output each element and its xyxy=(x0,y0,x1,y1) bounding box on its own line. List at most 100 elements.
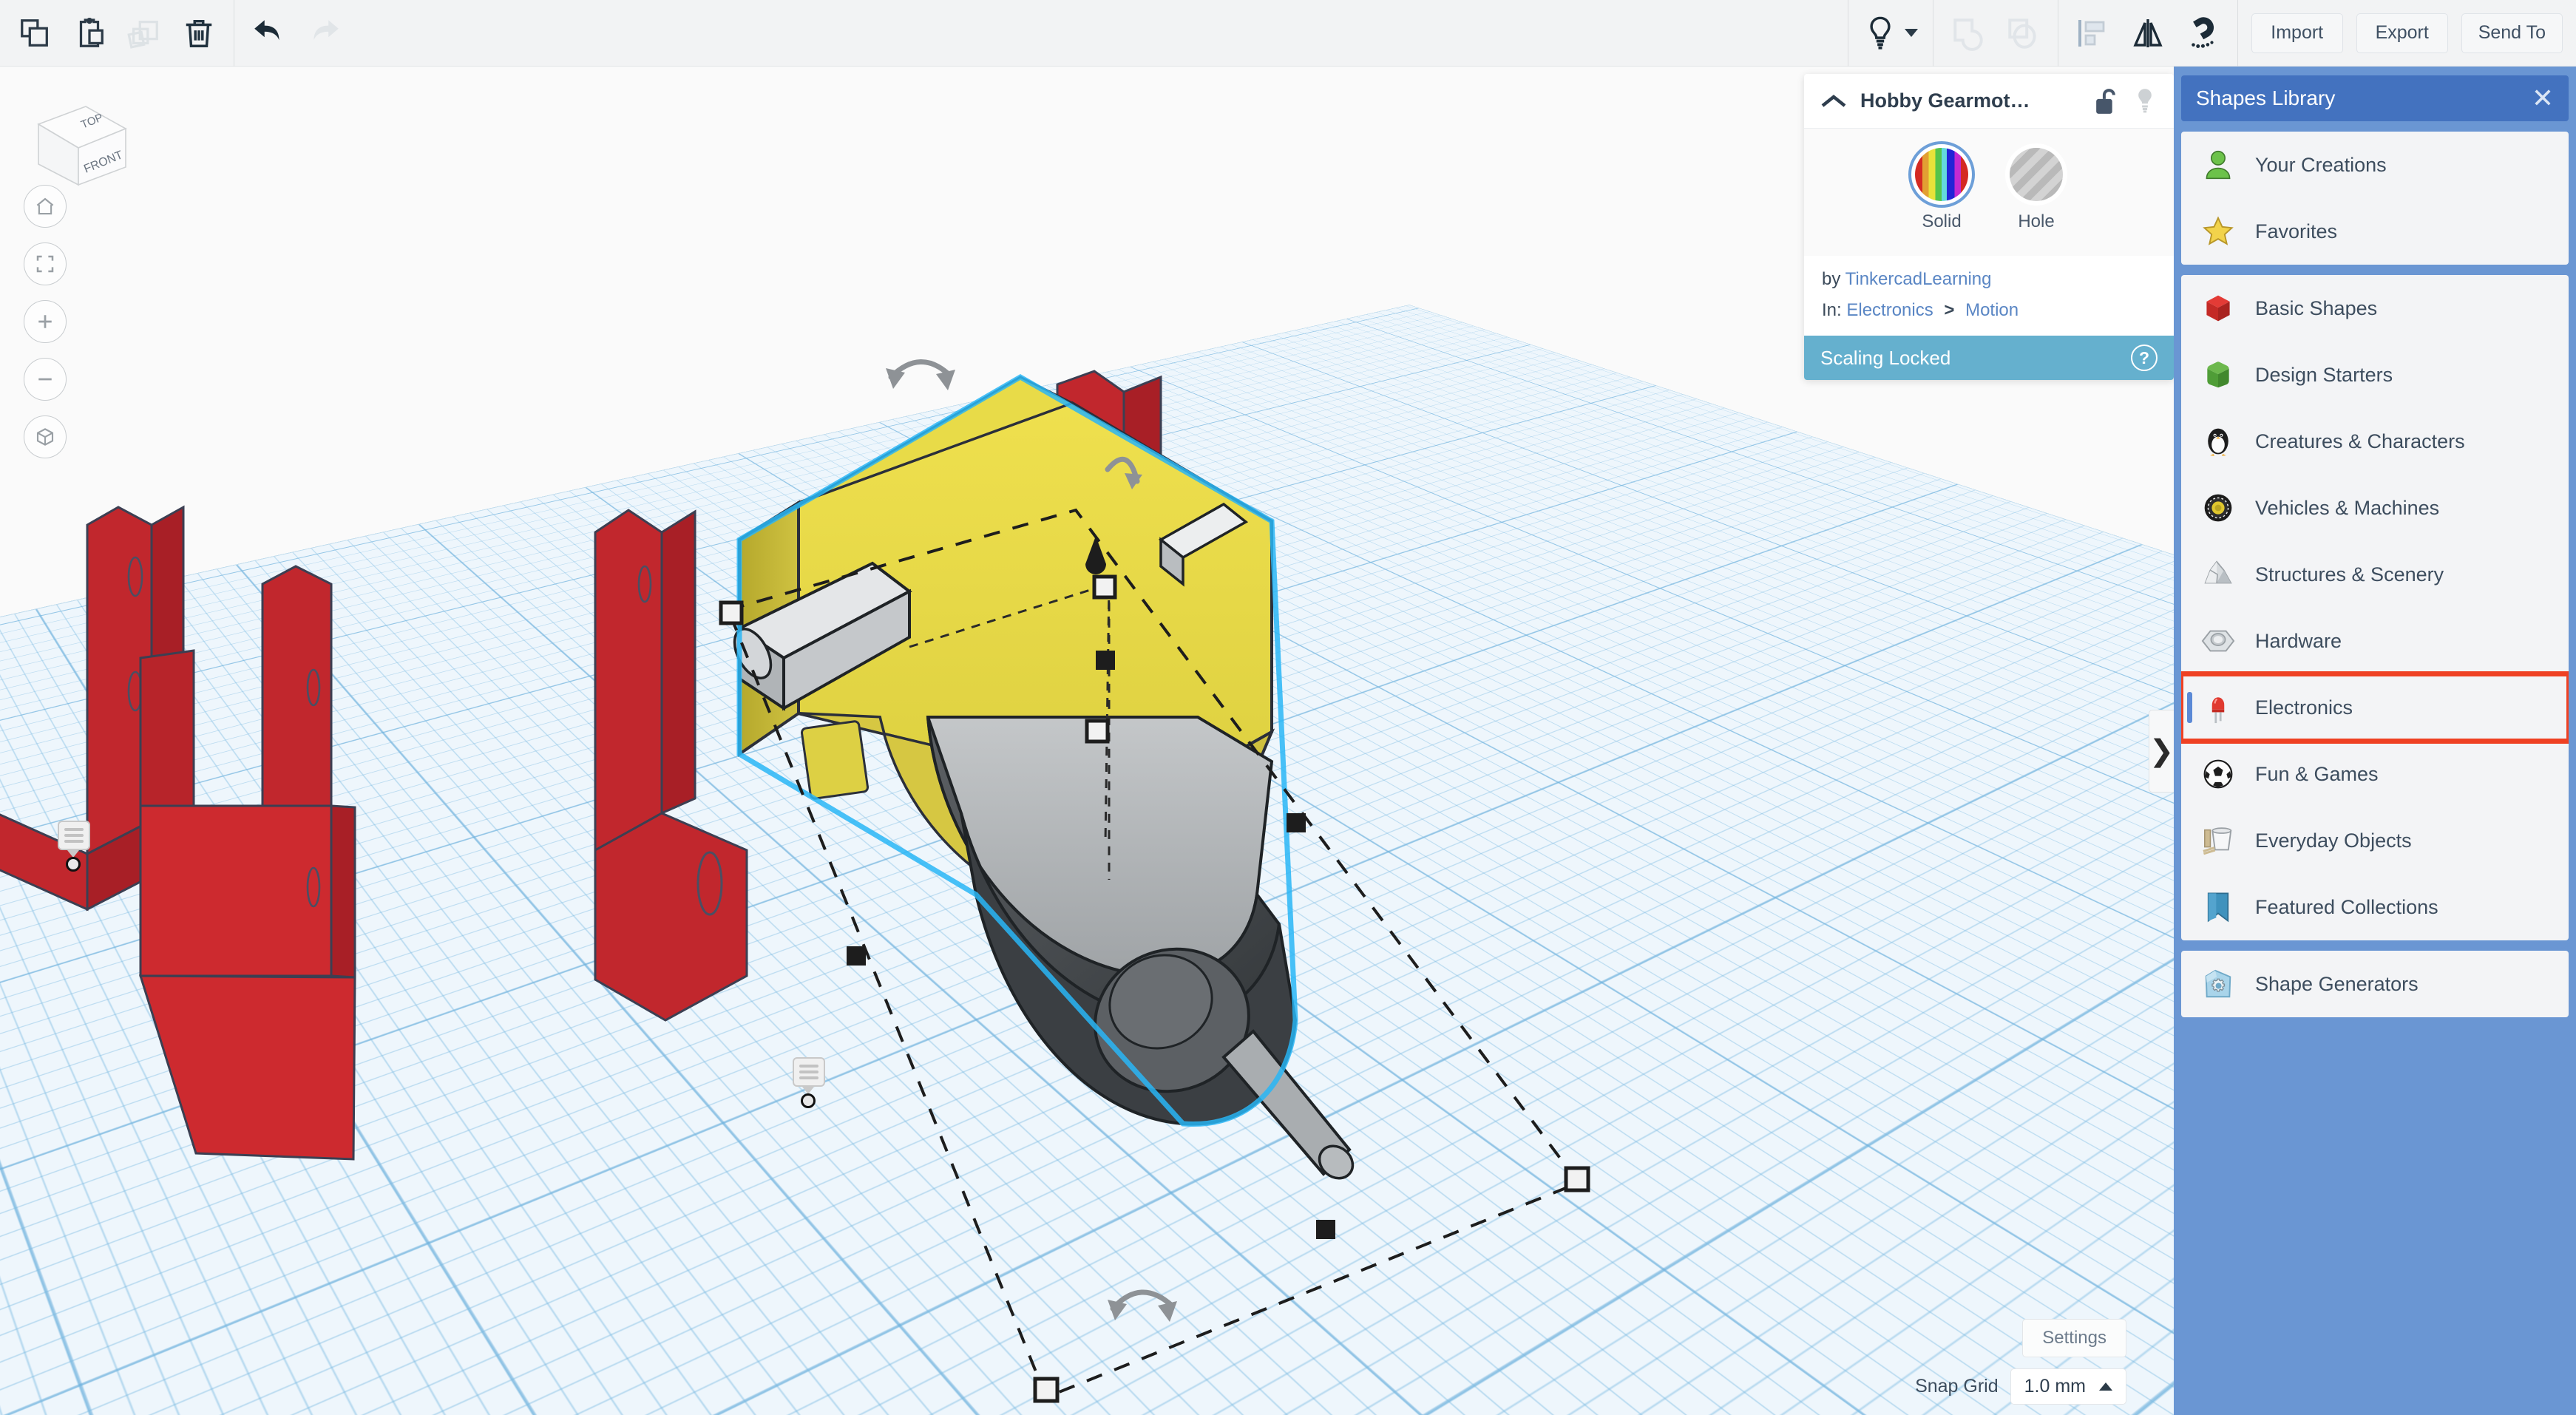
shapes-library-header: Shapes Library ✕ xyxy=(2181,75,2569,121)
scale-handle-top[interactable] xyxy=(1092,574,1117,600)
note-bubble-icon xyxy=(58,821,90,850)
red-plate-center[interactable] xyxy=(138,565,356,1161)
unlocked-padlock-icon[interactable] xyxy=(2094,86,2119,116)
fit-view-button[interactable] xyxy=(24,242,67,285)
lightbulb-icon xyxy=(1870,16,1891,50)
panel-collapse-handle[interactable]: ❯ xyxy=(2149,710,2174,793)
rock-icon xyxy=(2200,557,2236,592)
sidebar-item-label: Hardware xyxy=(2255,629,2342,652)
home-icon xyxy=(36,197,54,215)
sidebar-item-everyday-objects[interactable]: Everyday Objects xyxy=(2181,807,2569,874)
paste-button[interactable] xyxy=(62,9,117,58)
chevron-down-icon xyxy=(1904,29,1918,37)
sidebar-item-label: Electronics xyxy=(2255,696,2353,719)
duplicate-icon xyxy=(127,20,158,49)
sidebar-item-label: Vehicles & Machines xyxy=(2255,496,2440,519)
properties-header: Hobby Gearmot… xyxy=(1804,74,2174,129)
minus-icon xyxy=(38,378,52,381)
active-indicator-bar xyxy=(2187,692,2192,723)
group-tools xyxy=(1933,0,2058,67)
lighting-button[interactable] xyxy=(1848,14,1933,52)
close-icon[interactable]: ✕ xyxy=(2532,85,2554,112)
sidebar-item-creatures-characters[interactable]: Creatures & Characters xyxy=(2181,408,2569,475)
red-bracket-motor-left[interactable] xyxy=(594,509,748,1022)
sidebar-item-basic-shapes[interactable]: Basic Shapes xyxy=(2181,275,2569,342)
shape-metadata: by TinkercadLearning In: Electronics > M… xyxy=(1804,256,2174,336)
align-icon xyxy=(2078,19,2105,47)
sidebar-item-label: Structures & Scenery xyxy=(2255,563,2444,586)
group-button[interactable] xyxy=(1941,9,1996,58)
snap-button[interactable] xyxy=(2175,9,2230,58)
scale-handle-left[interactable] xyxy=(719,600,744,625)
send-to-button[interactable]: Send To xyxy=(2461,13,2563,53)
snap-grid-select[interactable]: 1.0 mm xyxy=(2010,1368,2126,1405)
redo-button[interactable] xyxy=(296,9,351,58)
sidebar-item-design-starters[interactable]: Design Starters xyxy=(2181,342,2569,408)
author-link[interactable]: TinkercadLearning xyxy=(1845,269,1992,289)
shapes-library-title: Shapes Library xyxy=(2196,86,2336,109)
visibility-lightbulb-icon[interactable] xyxy=(2132,86,2158,117)
align-button[interactable] xyxy=(2066,9,2121,58)
sidebar-item-hardware[interactable]: Hardware xyxy=(2181,608,2569,674)
scale-handle-mid[interactable] xyxy=(1096,651,1115,670)
export-button[interactable]: Export xyxy=(2356,13,2448,53)
scale-handle-corner-right[interactable] xyxy=(1564,1166,1590,1192)
mirror-button[interactable] xyxy=(2121,9,2175,58)
mirror-icon xyxy=(2133,18,2163,47)
sidebar-item-structures-scenery[interactable]: Structures & Scenery xyxy=(2181,541,2569,608)
material-selector: Solid Hole xyxy=(1804,129,2174,256)
sidebar-item-label: Favorites xyxy=(2255,220,2338,242)
ungroup-icon xyxy=(2008,18,2036,49)
note-marker-plate[interactable] xyxy=(793,1057,827,1108)
home-view-button[interactable] xyxy=(24,185,67,228)
solid-label: Solid xyxy=(1922,211,1962,231)
note-marker-bracket[interactable] xyxy=(58,821,92,872)
plus-icon xyxy=(38,315,52,328)
sidebar-item-fun-games[interactable]: Fun & Games xyxy=(2181,741,2569,807)
breadcrumb-category[interactable]: Electronics xyxy=(1846,300,1933,320)
red-cube-icon xyxy=(2200,291,2236,326)
ungroup-button[interactable] xyxy=(1996,9,2050,58)
undo-button[interactable] xyxy=(242,9,296,58)
scale-handle-right[interactable] xyxy=(1287,813,1306,832)
breadcrumb: In: Electronics > Motion xyxy=(1822,300,2156,321)
scale-handle-bottom-left[interactable] xyxy=(847,946,866,966)
sidebar-item-your-creations[interactable]: Your Creations xyxy=(2181,132,2569,198)
box-view-icon xyxy=(36,428,54,446)
zoom-in-button[interactable] xyxy=(24,300,67,343)
delete-button[interactable] xyxy=(172,9,226,58)
duplicate-button[interactable] xyxy=(117,9,172,58)
help-icon[interactable]: ? xyxy=(2131,345,2158,371)
sidebar-item-label: Creatures & Characters xyxy=(2255,430,2465,452)
sidebar-item-vehicles-machines[interactable]: Vehicles & Machines xyxy=(2181,475,2569,541)
solid-option[interactable]: Solid xyxy=(1908,141,1975,232)
hole-swatch[interactable] xyxy=(2010,148,2063,201)
sidebar-item-electronics[interactable]: Electronics xyxy=(2181,671,2569,744)
shapes-group-categories: Basic Shapes Design Starters Creatures &… xyxy=(2181,275,2569,940)
magnet-icon xyxy=(2191,16,2214,48)
zoom-out-button[interactable] xyxy=(24,358,67,401)
sidebar-item-featured-collections[interactable]: Featured Collections xyxy=(2181,874,2569,940)
copy-icon xyxy=(21,18,48,47)
hole-label: Hole xyxy=(2018,211,2055,231)
undo-arrow-icon xyxy=(254,19,279,40)
sidebar-item-favorites[interactable]: Favorites xyxy=(2181,198,2569,265)
shapes-library-panel: Shapes Library ✕ Your Creations Favorite… xyxy=(2174,67,2576,1415)
scale-handle-center[interactable] xyxy=(1085,719,1110,744)
settings-button[interactable]: Settings xyxy=(2022,1319,2126,1357)
copy-button[interactable] xyxy=(7,9,62,58)
hole-option[interactable]: Hole xyxy=(2010,148,2063,232)
solid-swatch[interactable] xyxy=(1908,141,1975,208)
wheel-icon xyxy=(2200,490,2236,526)
cup-icon xyxy=(2200,823,2236,858)
scale-handle-edge-bottom[interactable] xyxy=(1316,1220,1335,1239)
sidebar-item-label: Fun & Games xyxy=(2255,762,2379,785)
scale-handle-corner-bottom[interactable] xyxy=(1033,1377,1060,1403)
shape-properties-panel: Hobby Gearmot… Solid Hole by TinkercadLe… xyxy=(1804,74,2174,380)
ortho-toggle-button[interactable] xyxy=(24,415,67,458)
import-button[interactable]: Import xyxy=(2251,13,2343,53)
top-toolbar: Import Export Send To xyxy=(0,0,2576,67)
breadcrumb-subcategory[interactable]: Motion xyxy=(1965,300,2019,320)
sidebar-item-shape-generators[interactable]: Shape Generators xyxy=(2181,951,2569,1017)
chevron-up-icon[interactable] xyxy=(1820,93,1847,109)
